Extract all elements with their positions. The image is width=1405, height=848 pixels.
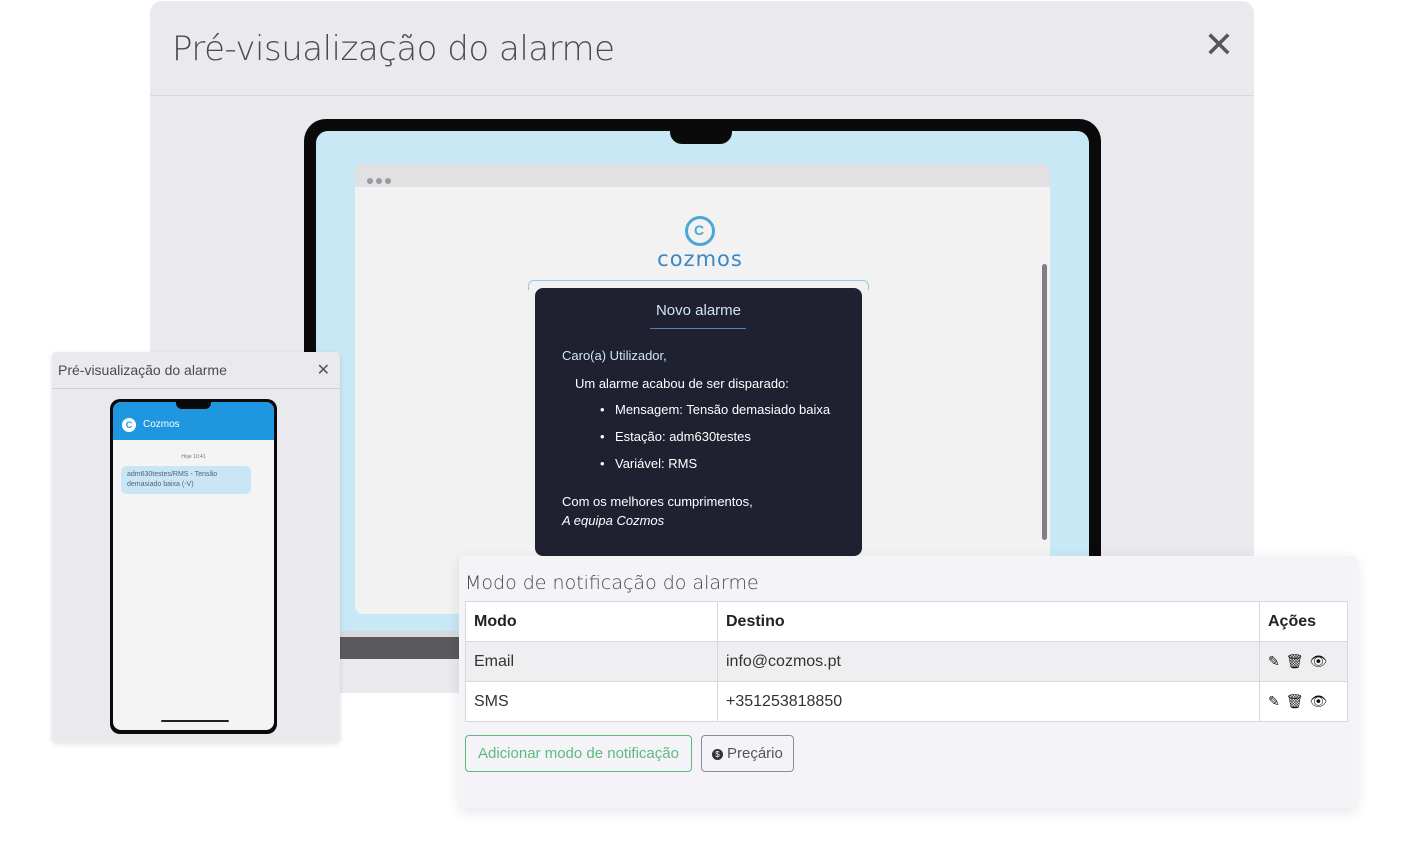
cell-mode: Email: [465, 641, 718, 682]
table-row: Email info@cozmos.pt ✎ 🗑 👁: [465, 641, 1348, 682]
logo-mark-icon: C: [685, 216, 715, 246]
list-item: Variável: RMS: [600, 456, 830, 483]
home-indicator: [161, 720, 229, 722]
heading-divider: [650, 328, 746, 329]
email-greeting: Caro(a) Utilizador,: [562, 348, 667, 363]
window-dots-icon: [367, 171, 394, 189]
sms-message-bubble: adm630testes/RMS - Tensão demasiado baix…: [121, 466, 251, 494]
notification-table: Modo Destino Ações Email info@cozmos.pt …: [465, 601, 1348, 722]
modal-title: Pré-visualização do alarme: [172, 29, 615, 69]
scrollbar[interactable]: [1042, 264, 1047, 540]
row-actions: ✎ 🗑 👁: [1259, 641, 1348, 682]
phone-notch: [176, 399, 211, 409]
pencil-icon[interactable]: ✎: [1268, 693, 1280, 710]
close-icon[interactable]: ✕: [317, 360, 330, 380]
phone-frame: C Cozmos Hoje 10:41 adm630testes/RMS - T…: [110, 399, 277, 734]
notification-mode-panel: Modo de notificação do alarme Modo Desti…: [459, 556, 1357, 808]
dollar-icon: $: [712, 749, 723, 760]
email-intro: Um alarme acabou de ser disparado:: [575, 376, 789, 391]
logo-wordmark: cozmos: [657, 247, 743, 271]
pricing-label: Preçário: [727, 745, 783, 762]
modal-title: Pré-visualização do alarme: [58, 362, 227, 378]
trash-icon[interactable]: 🗑: [1286, 653, 1304, 670]
panel-title: Modo de notificação do alarme: [465, 572, 759, 594]
eye-icon[interactable]: 👁: [1310, 653, 1328, 670]
table-row: SMS +351253818850 ✎ 🗑 👁: [465, 681, 1348, 722]
pencil-icon[interactable]: ✎: [1268, 653, 1280, 670]
phone-screen: C Cozmos Hoje 10:41 adm630testes/RMS - T…: [113, 402, 274, 730]
cell-destination: +351253818850: [717, 681, 1260, 722]
row-actions: ✎ 🗑 👁: [1259, 681, 1348, 722]
list-item: Mensagem: Tensão demasiado baixa: [600, 402, 830, 429]
cell-mode: SMS: [465, 681, 718, 722]
cell-destination: info@cozmos.pt: [717, 641, 1260, 682]
email-closing: Com os melhores cumprimentos,: [562, 494, 753, 509]
pricing-button[interactable]: $ Preçário: [701, 735, 794, 772]
list-item: Estação: adm630testes: [600, 429, 830, 456]
eye-icon[interactable]: 👁: [1310, 693, 1328, 710]
column-header-mode: Modo: [465, 601, 718, 642]
alarm-details-list: Mensagem: Tensão demasiado baixa Estação…: [600, 402, 830, 483]
cozmos-logo: C cozmos: [655, 216, 745, 271]
message-timestamp: Hoje 10:41: [181, 454, 206, 460]
email-card: Novo alarme Caro(a) Utilizador, Um alarm…: [535, 288, 862, 556]
column-header-actions: Ações: [1259, 601, 1348, 642]
modal-header: Pré-visualização do alarme ✕: [150, 1, 1254, 96]
contact-name: Cozmos: [143, 419, 180, 430]
avatar: C: [122, 418, 136, 432]
add-notification-mode-button[interactable]: Adicionar modo de notificação: [465, 735, 692, 772]
column-header-destination: Destino: [717, 601, 1260, 642]
browser-titlebar: [355, 164, 1050, 187]
trash-icon[interactable]: 🗑: [1286, 693, 1304, 710]
email-signature: A equipa Cozmos: [562, 513, 665, 528]
close-icon[interactable]: ✕: [1204, 27, 1234, 63]
laptop-notch: [670, 119, 732, 144]
table-header-row: Modo Destino Ações: [465, 601, 1348, 642]
modal-header: Pré-visualização do alarme ✕: [52, 352, 340, 389]
email-heading: Novo alarme: [655, 302, 742, 319]
